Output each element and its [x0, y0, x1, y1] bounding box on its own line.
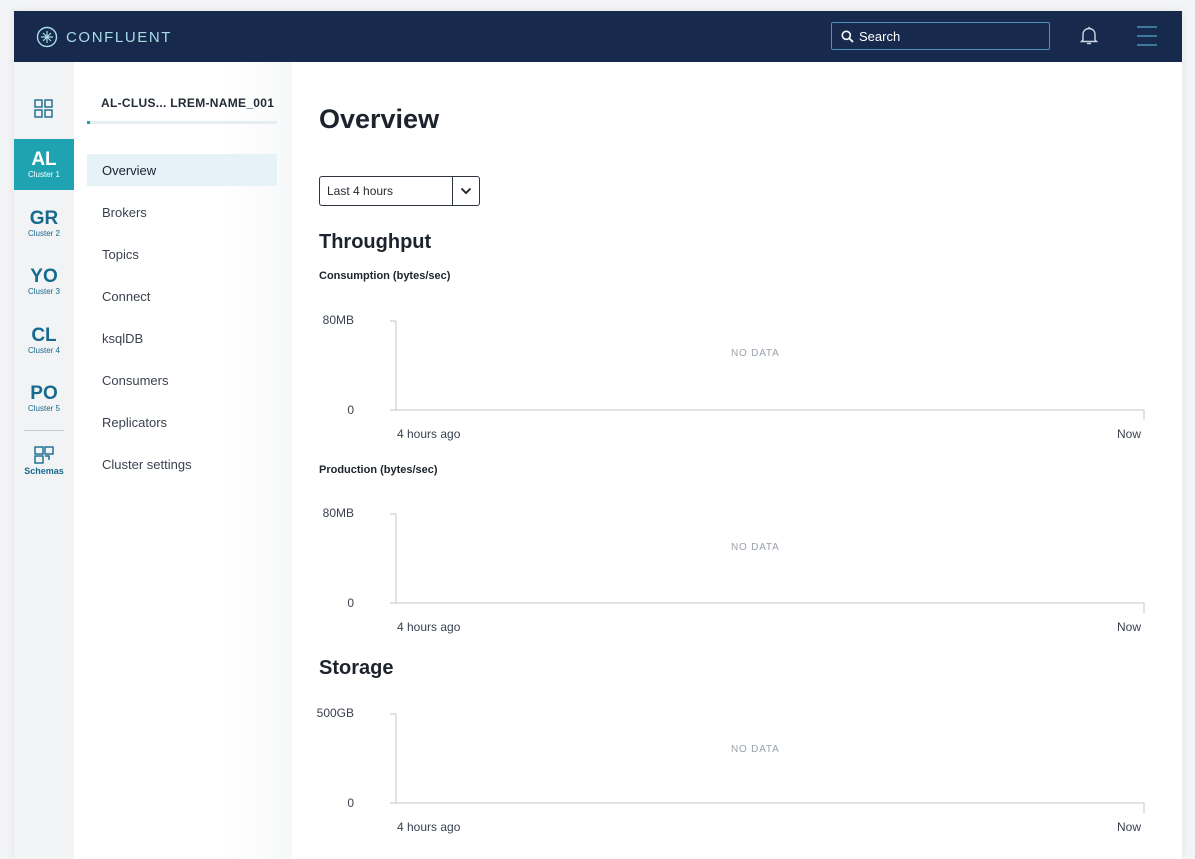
schemas-icon: [34, 446, 54, 464]
x-tick-label: Now: [1117, 427, 1142, 441]
chevron-down-icon: [460, 187, 472, 195]
cluster-label: Cluster 5: [27, 403, 60, 413]
consumption-chart: 80MB 0 4 hours ago Now NO DATA: [312, 302, 1154, 441]
time-range-select[interactable]: Last 4 hours: [319, 176, 480, 206]
schemas-label: Schemas: [24, 466, 64, 476]
y-tick-label: 500GB: [316, 706, 354, 720]
nav-item-consumers[interactable]: Consumers: [87, 364, 277, 396]
confluent-logo-icon: [36, 26, 58, 48]
cluster-abbr: GR: [29, 207, 59, 229]
x-axis-line: [396, 409, 1145, 420]
nav-item-label: Brokers: [102, 204, 147, 220]
nav-item-topics[interactable]: Topics: [87, 238, 277, 270]
no-data-label: NO DATA: [731, 348, 780, 359]
no-data-label: NO DATA: [731, 744, 780, 755]
bell-icon[interactable]: [1080, 26, 1098, 46]
app-window: CONFLUENT Search AL Cluster 1 GR Cluster…: [14, 11, 1182, 859]
x-axis-line: [396, 802, 1145, 813]
side-nav: AL-CLUS... LREM-NAME_001 Overview Broker…: [74, 62, 292, 859]
nav-item-label: Cluster settings: [102, 456, 192, 472]
schemas-button[interactable]: Schemas: [14, 446, 74, 476]
cluster-item-1[interactable]: AL Cluster 1: [14, 139, 74, 190]
x-tick-label: 4 hours ago: [397, 820, 461, 834]
production-chart-svg: [390, 513, 1145, 613]
cluster-item-3[interactable]: YO Cluster 3: [14, 256, 74, 307]
y-tick-mark: [390, 320, 396, 411]
x-axis-line: [396, 602, 1145, 613]
cluster-item-5[interactable]: PO Cluster 5: [14, 373, 74, 424]
search-placeholder: Search: [859, 28, 901, 44]
search-icon: [841, 30, 854, 43]
nav-item-label: Overview: [102, 162, 157, 178]
nav-item-overview[interactable]: Overview: [87, 154, 277, 186]
x-tick-label: Now: [1117, 820, 1142, 834]
consumption-chart-svg: [390, 320, 1145, 420]
nav-item-label: ksqlDB: [102, 330, 144, 346]
y-tick-label: 80MB: [322, 506, 354, 520]
y-tick-label: 0: [347, 796, 354, 810]
nav-item-connect[interactable]: Connect: [87, 280, 277, 312]
storage-title: Storage: [319, 657, 394, 679]
cluster-item-2[interactable]: GR Cluster 2: [14, 198, 74, 249]
consumption-chart-title: Consumption (bytes/sec): [319, 270, 451, 282]
y-tick-mark: [390, 513, 396, 604]
time-range-value: Last 4 hours: [327, 184, 394, 198]
cluster-abbr: AL: [31, 148, 57, 170]
nav-item-brokers[interactable]: Brokers: [87, 196, 277, 228]
storage-chart: 500GB 0 4 hours ago Now NO DATA: [312, 695, 1154, 834]
cluster-rail: AL Cluster 1 GR Cluster 2 YO Cluster 3 C…: [14, 62, 74, 859]
nav-item-ksqldb[interactable]: ksqlDB: [87, 322, 277, 354]
cluster-name: AL-CLUS... LREM-NAME_001: [101, 96, 275, 110]
progress-fill: [87, 121, 90, 124]
grid-apps-icon[interactable]: [34, 99, 54, 119]
time-range-toggle[interactable]: [452, 177, 479, 205]
nav-item-replicators[interactable]: Replicators: [87, 406, 277, 438]
production-chart-title: Production (bytes/sec): [319, 464, 438, 476]
cluster-abbr: YO: [30, 265, 58, 287]
cluster-item-4[interactable]: CL Cluster 4: [14, 315, 74, 366]
hamburger-menu-icon[interactable]: [1137, 25, 1157, 47]
nav-item-cluster-settings[interactable]: Cluster settings: [87, 448, 277, 480]
x-tick-label: Now: [1117, 620, 1142, 634]
cluster-label: Cluster 1: [27, 169, 60, 179]
throughput-title: Throughput: [319, 231, 432, 253]
cluster-progress-bar: [87, 121, 277, 124]
storage-chart-svg: [390, 713, 1145, 813]
y-tick-mark: [390, 713, 396, 804]
y-tick-label: 0: [347, 403, 354, 417]
top-bar: CONFLUENT Search: [14, 11, 1182, 62]
nav-item-label: Replicators: [102, 414, 168, 430]
page-title: Overview: [319, 104, 440, 134]
brand-logo[interactable]: CONFLUENT: [36, 25, 172, 49]
y-tick-label: 0: [347, 596, 354, 610]
nav-item-label: Topics: [102, 246, 139, 262]
y-tick-label: 80MB: [322, 313, 354, 327]
main-content: Overview Last 4 hours Throughput Consump…: [292, 62, 1182, 859]
cluster-label: Cluster 3: [27, 286, 60, 296]
cluster-abbr: CL: [31, 324, 57, 346]
nav-item-label: Connect: [102, 288, 151, 304]
rail-divider: [24, 430, 64, 431]
cluster-abbr: PO: [30, 382, 58, 404]
nav-item-label: Consumers: [102, 372, 169, 388]
no-data-label: NO DATA: [731, 542, 780, 553]
production-chart: 80MB 0 4 hours ago Now NO DATA: [312, 495, 1154, 634]
cluster-label: Cluster 4: [27, 345, 60, 355]
search-input[interactable]: Search: [831, 22, 1050, 50]
brand-name: CONFLUENT: [66, 28, 173, 46]
x-tick-label: 4 hours ago: [397, 427, 461, 441]
cluster-label: Cluster 2: [27, 228, 60, 238]
x-tick-label: 4 hours ago: [397, 620, 461, 634]
